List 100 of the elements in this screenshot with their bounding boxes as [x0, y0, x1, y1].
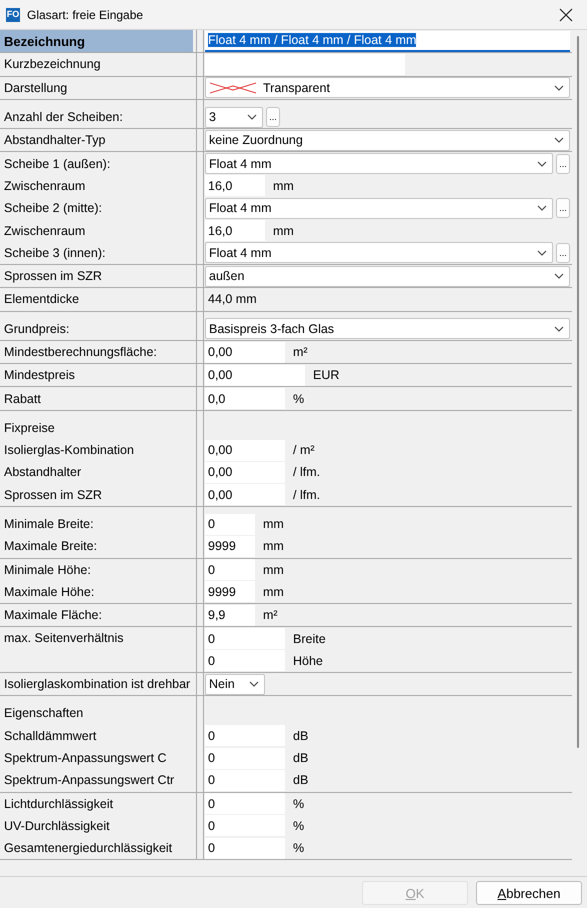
number-field[interactable]: 0 — [205, 628, 285, 650]
property-label[interactable]: Anzahl der Scheiben: — [0, 106, 196, 128]
unit-label: mm — [263, 517, 284, 532]
dropdown[interactable]: Float 4 mm — [205, 153, 553, 174]
chevron-down-icon — [537, 160, 547, 167]
dropdown[interactable]: Transparent — [205, 77, 570, 98]
number-field[interactable]: 0 — [205, 793, 285, 814]
property-label[interactable]: Maximale Höhe: — [0, 580, 196, 604]
property-label[interactable]: Schalldämmwert — [0, 724, 196, 747]
number-field[interactable]: 16,0 — [205, 175, 265, 196]
chevron-down-icon — [247, 114, 257, 120]
chevron-down-icon — [554, 137, 564, 144]
property-label[interactable]: UV-Durchlässigkeit — [0, 814, 196, 838]
number-field[interactable]: 0,00 — [205, 440, 285, 461]
property-label[interactable]: Isolierglaskombination ist drehbar — [0, 673, 196, 696]
text-field[interactable]: Float 4 mm / Float 4 mm / Float 4 mm — [205, 30, 570, 52]
unit-label: dB — [293, 773, 308, 788]
unit-label: mm — [263, 562, 284, 577]
number-field[interactable]: 0,0 — [205, 388, 285, 410]
property-label[interactable]: Zwischenraum — [0, 219, 196, 242]
unit-label: mm — [263, 539, 284, 554]
unit-label: mm — [263, 584, 284, 599]
unit-label: Höhe — [293, 654, 323, 668]
window-title: Glasart: freie Eingabe — [27, 8, 144, 22]
section-heading[interactable]: Eigenschaften — [0, 702, 196, 725]
property-label[interactable]: Gesamtenergiedurchlässigkeit — [0, 837, 196, 860]
unit-label: / lfm. — [293, 465, 320, 480]
property-label[interactable]: Scheibe 2 (mitte): — [0, 197, 196, 220]
property-label[interactable]: Rabatt — [0, 387, 196, 410]
chevron-down-icon — [537, 250, 547, 256]
property-label[interactable]: Mindestberechnungsfläche: — [0, 340, 196, 364]
dropdown[interactable]: 3 — [205, 106, 263, 128]
more-button[interactable]: ... — [556, 154, 570, 174]
scrollbar-thumb[interactable] — [577, 36, 579, 748]
dropdown[interactable]: Nein — [205, 674, 265, 695]
property-label[interactable]: Minimale Breite: — [0, 512, 196, 536]
dropdown[interactable]: außen — [205, 266, 570, 287]
unit-label: m² — [263, 608, 278, 622]
unit-label: Breite — [293, 632, 326, 646]
number-field[interactable]: 0 — [205, 559, 255, 580]
value-text: 44,0 mm — [207, 292, 257, 306]
unit-label: m² — [293, 345, 308, 359]
property-label[interactable]: Scheibe 3 (innen): — [0, 242, 196, 264]
property-label[interactable]: Isolierglas-Kombination — [0, 439, 196, 462]
number-field[interactable]: 9999 — [205, 536, 255, 557]
more-button[interactable]: ... — [266, 107, 280, 128]
property-label[interactable]: Abstandhalter — [0, 461, 196, 484]
unit-label: mm — [273, 178, 294, 193]
more-button[interactable]: ... — [556, 242, 570, 263]
unit-label: / m² — [293, 443, 315, 458]
close-icon[interactable] — [559, 8, 573, 22]
number-field[interactable]: 0 — [205, 748, 285, 769]
property-label[interactable]: Sprossen im SZR — [0, 264, 196, 288]
number-field[interactable]: 0 — [205, 815, 285, 836]
dropdown[interactable]: keine Zuordnung — [205, 130, 570, 151]
number-field[interactable]: 9999 — [205, 581, 255, 602]
chevron-down-icon — [554, 326, 564, 332]
number-field[interactable]: 0,00 — [205, 342, 285, 362]
property-label[interactable]: Darstellung — [0, 76, 196, 99]
unit-label: % — [293, 818, 304, 833]
property-label[interactable]: Maximale Breite: — [0, 535, 196, 558]
number-field[interactable]: 0 — [205, 650, 285, 672]
number-field[interactable]: 0,00 — [205, 484, 285, 506]
property-label[interactable]: Elementdicke — [0, 288, 196, 311]
cancel-button[interactable]: Abbrechen — [476, 881, 582, 905]
dropdown[interactable]: Float 4 mm — [205, 242, 553, 264]
property-label[interactable]: Grundpreis: — [0, 318, 196, 340]
app-logo: FO — [6, 8, 20, 22]
property-label[interactable]: Bezeichnung — [0, 30, 193, 52]
dropdown[interactable]: Float 4 mm — [205, 198, 553, 219]
unit-label: % — [293, 841, 304, 856]
chevron-down-icon — [537, 205, 547, 212]
chevron-down-icon — [554, 84, 564, 91]
chevron-down-icon — [554, 273, 564, 280]
number-field[interactable]: 0 — [205, 514, 255, 535]
unit-label: % — [293, 796, 304, 811]
more-button[interactable]: ... — [556, 198, 570, 218]
property-label[interactable]: max. Seitenverhältnis — [0, 627, 196, 672]
property-label[interactable]: Minimale Höhe: — [0, 558, 196, 581]
text-field[interactable] — [205, 54, 405, 75]
section-heading[interactable]: Fixpreise — [0, 416, 196, 440]
number-field[interactable]: 0 — [205, 838, 285, 859]
number-field[interactable]: 9,9 — [205, 604, 255, 626]
property-label[interactable]: Lichtdurchlässigkeit — [0, 792, 196, 815]
dropdown[interactable]: Basispreis 3-fach Glas — [205, 318, 570, 340]
number-field[interactable]: 0,00 — [205, 462, 285, 483]
property-label[interactable]: Sprossen im SZR — [0, 484, 196, 506]
number-field[interactable]: 0 — [205, 725, 285, 746]
property-label[interactable]: Zwischenraum — [0, 174, 196, 198]
unit-label: dB — [293, 728, 308, 743]
property-label[interactable]: Spektrum-Anpassungswert Ctr — [0, 769, 196, 792]
property-label[interactable]: Kurzbezeichnung — [0, 53, 196, 76]
property-label[interactable]: Maximale Fläche: — [0, 604, 196, 626]
property-label[interactable]: Spektrum-Anpassungswert C — [0, 746, 196, 770]
number-field[interactable]: 0 — [205, 770, 285, 791]
property-label[interactable]: Abstandhalter-Typ — [0, 129, 196, 152]
number-field[interactable]: 16,0 — [205, 220, 265, 242]
property-label[interactable]: Scheibe 1 (außen): — [0, 152, 196, 175]
number-field[interactable]: 0,00 — [205, 364, 305, 386]
property-label[interactable]: Mindestpreis — [0, 364, 196, 386]
